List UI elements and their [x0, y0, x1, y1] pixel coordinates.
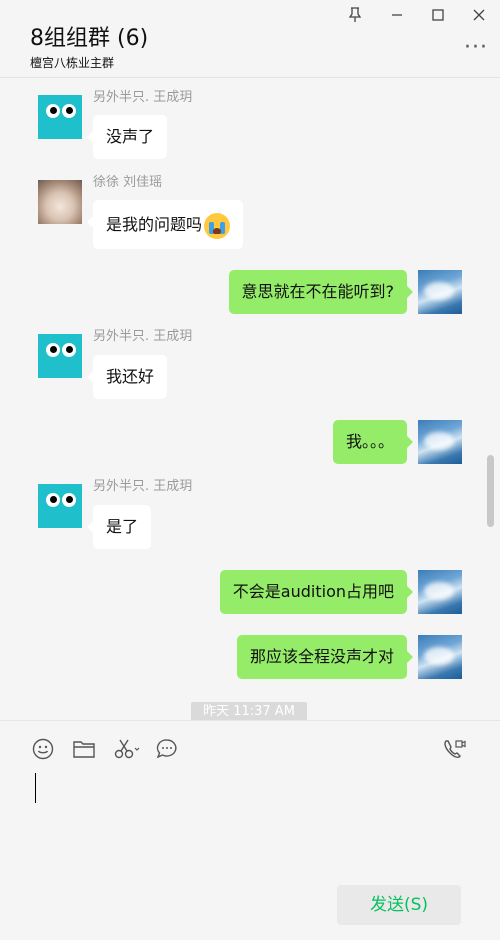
- scissors-icon[interactable]: [112, 736, 142, 762]
- avatar[interactable]: [418, 420, 462, 464]
- sender-name: 徐徐 刘佳瑶: [93, 175, 163, 190]
- voice-video-call-icon[interactable]: [441, 736, 467, 762]
- title-bar: 8组组群 (6) 檀宫八栋业主群 ···: [0, 0, 500, 78]
- timestamp: 昨天 11:37 AM: [191, 702, 307, 720]
- message-text: 是我的问题吗: [106, 215, 203, 234]
- sender-name: 另外半只. 王成玥: [93, 90, 193, 105]
- chat-title: 8组组群 (6): [30, 26, 149, 51]
- avatar[interactable]: [418, 635, 462, 679]
- divider: [0, 720, 500, 721]
- message-bubble[interactable]: 那应该全程没声才对: [236, 635, 414, 679]
- message-bubble[interactable]: 我还好: [86, 355, 168, 399]
- folder-icon[interactable]: [71, 736, 97, 762]
- sender-name: 另外半只. 王成玥: [93, 329, 193, 344]
- avatar[interactable]: [38, 334, 82, 378]
- chat-subtitle: 檀宫八栋业主群: [30, 56, 115, 70]
- message-bubble[interactable]: 没声了: [86, 115, 168, 159]
- message-bubble[interactable]: 是了: [86, 505, 152, 549]
- scrollbar-thumb[interactable]: [487, 455, 494, 527]
- avatar[interactable]: [418, 570, 462, 614]
- chat-bubble-icon[interactable]: [154, 736, 180, 762]
- send-button[interactable]: 发送(S): [337, 885, 461, 925]
- text-caret: [35, 773, 36, 803]
- minimize-icon[interactable]: [386, 4, 408, 26]
- close-icon[interactable]: [468, 4, 490, 26]
- avatar[interactable]: [38, 484, 82, 528]
- message-list[interactable]: 另外半只. 王成玥 没声了 徐徐 刘佳瑶 是我的问题吗 意思就在不在能听到? 另…: [0, 78, 500, 720]
- avatar[interactable]: [418, 270, 462, 314]
- message-bubble[interactable]: 是我的问题吗: [86, 200, 244, 249]
- avatar[interactable]: [38, 180, 82, 224]
- message-bubble[interactable]: 意思就在不在能听到?: [228, 270, 413, 314]
- message-bubble[interactable]: 不会是audition占用吧: [219, 570, 414, 614]
- crying-face-icon: [204, 212, 231, 239]
- emoji-icon[interactable]: [30, 736, 56, 762]
- sender-name: 另外半只. 王成玥: [93, 479, 193, 494]
- more-options-button[interactable]: ···: [464, 37, 488, 59]
- pin-icon[interactable]: [344, 4, 366, 26]
- message-bubble[interactable]: 我。。。: [332, 420, 414, 464]
- maximize-icon[interactable]: [427, 4, 449, 26]
- message-input[interactable]: [30, 770, 470, 870]
- avatar[interactable]: [38, 95, 82, 139]
